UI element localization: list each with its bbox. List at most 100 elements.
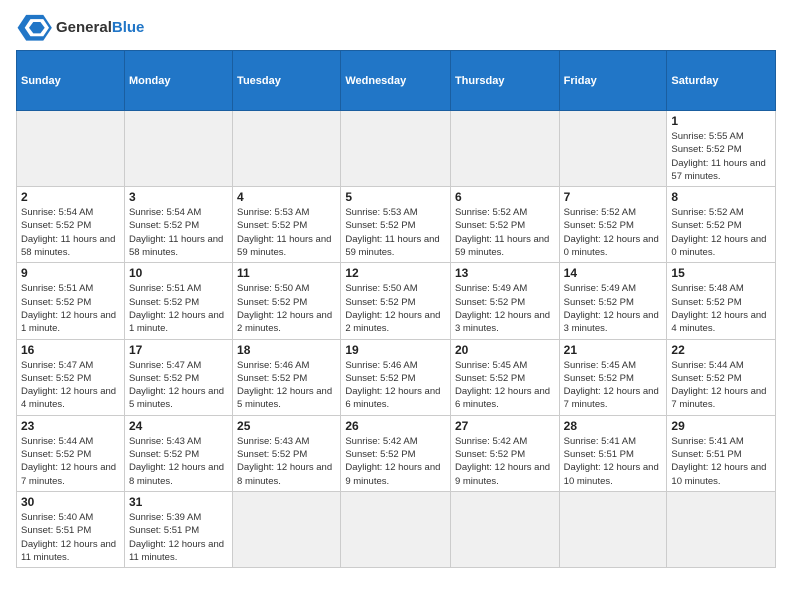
calendar-cell: 25Sunrise: 5:43 AM Sunset: 5:52 PM Dayli… [233, 415, 341, 491]
day-info: Sunrise: 5:43 AM Sunset: 5:52 PM Dayligh… [237, 435, 336, 488]
calendar-week-row: 16 Sunrise: 5:47 AM Sunset: 5:52 PM Dayli… [17, 339, 776, 415]
calendar-cell: 22 Sunrise: 5:44 AM Sunset: 5:52 PM Dayli… [667, 339, 776, 415]
calendar-cell [559, 491, 667, 567]
calendar-cell: 20 Sunrise: 5:45 AM Sunset: 5:52 PM Dayli… [450, 339, 559, 415]
calendar-cell: 23Sunrise: 5:44 AM Sunset: 5:52 PM Dayli… [17, 415, 125, 491]
calendar-cell [559, 111, 667, 187]
day-number: 18 [237, 343, 336, 357]
day-info: Sunrise: 5:49 AM Sunset: 5:52 PM Dayligh… [564, 282, 663, 335]
day-info: Sunrise: 5:40 AM Sunset: 5:51 PM Dayligh… [21, 511, 120, 564]
calendar-cell: 28 Sunrise: 5:41 AM Sunset: 5:51 PM Dayli… [559, 415, 667, 491]
calendar-cell [341, 111, 451, 187]
calendar-cell: 30 Sunrise: 5:40 AM Sunset: 5:51 PM Dayli… [17, 491, 125, 567]
day-info: Sunrise: 5:51 AM Sunset: 5:52 PM Dayligh… [21, 282, 120, 335]
day-info: Sunrise: 5:48 AM Sunset: 5:52 PM Dayligh… [671, 282, 771, 335]
calendar-week-row: 2 Sunrise: 5:54 AM Sunset: 5:52 PM Daylig… [17, 187, 776, 263]
logo-icon [16, 12, 52, 42]
weekday-header: Monday [124, 51, 232, 111]
day-info: Sunrise: 5:41 AM Sunset: 5:51 PM Dayligh… [671, 435, 771, 488]
calendar-cell: 1Sunrise: 5:55 AM Sunset: 5:52 PM Daylig… [667, 111, 776, 187]
day-info: Sunrise: 5:43 AM Sunset: 5:52 PM Dayligh… [129, 435, 228, 488]
day-number: 7 [564, 190, 663, 204]
day-number: 2 [21, 190, 120, 204]
day-number: 26 [345, 419, 446, 433]
calendar-cell: 27Sunrise: 5:42 AM Sunset: 5:52 PM Dayli… [450, 415, 559, 491]
day-number: 30 [21, 495, 120, 509]
day-number: 28 [564, 419, 663, 433]
day-number: 6 [455, 190, 555, 204]
day-info: Sunrise: 5:41 AM Sunset: 5:51 PM Dayligh… [564, 435, 663, 488]
calendar-week-row: 30 Sunrise: 5:40 AM Sunset: 5:51 PM Dayli… [17, 491, 776, 567]
day-number: 21 [564, 343, 663, 357]
calendar-cell [341, 491, 451, 567]
weekday-header: Tuesday [233, 51, 341, 111]
day-info: Sunrise: 5:53 AM Sunset: 5:52 PM Dayligh… [345, 206, 446, 259]
day-info: Sunrise: 5:46 AM Sunset: 5:52 PM Dayligh… [237, 359, 336, 412]
day-info: Sunrise: 5:53 AM Sunset: 5:52 PM Dayligh… [237, 206, 336, 259]
day-info: Sunrise: 5:39 AM Sunset: 5:51 PM Dayligh… [129, 511, 228, 564]
calendar-cell: 2Sunrise: 5:54 AM Sunset: 5:52 PM Daylig… [17, 187, 125, 263]
day-number: 3 [129, 190, 228, 204]
day-info: Sunrise: 5:55 AM Sunset: 5:52 PM Dayligh… [671, 130, 771, 183]
calendar-cell [124, 111, 232, 187]
calendar-header-row: SundayMondayTuesdayWednesdayThursdayFrid… [17, 51, 776, 111]
day-info: Sunrise: 5:47 AM Sunset: 5:52 PM Dayligh… [21, 359, 120, 412]
calendar-cell: 29Sunrise: 5:41 AM Sunset: 5:51 PM Dayli… [667, 415, 776, 491]
calendar-cell: 24 Sunrise: 5:43 AM Sunset: 5:52 PM Dayli… [124, 415, 232, 491]
calendar-cell: 18 Sunrise: 5:46 AM Sunset: 5:52 PM Dayli… [233, 339, 341, 415]
weekday-header: Wednesday [341, 51, 451, 111]
logo-text: GeneralBlue [56, 19, 144, 36]
day-number: 9 [21, 266, 120, 280]
day-number: 4 [237, 190, 336, 204]
calendar-cell: 12Sunrise: 5:50 AM Sunset: 5:52 PM Dayli… [341, 263, 451, 339]
calendar-cell: 26 Sunrise: 5:42 AM Sunset: 5:52 PM Dayli… [341, 415, 451, 491]
day-number: 22 [671, 343, 771, 357]
day-info: Sunrise: 5:54 AM Sunset: 5:52 PM Dayligh… [129, 206, 228, 259]
calendar-cell: 19 Sunrise: 5:46 AM Sunset: 5:52 PM Dayli… [341, 339, 451, 415]
day-info: Sunrise: 5:52 AM Sunset: 5:52 PM Dayligh… [455, 206, 555, 259]
day-info: Sunrise: 5:51 AM Sunset: 5:52 PM Dayligh… [129, 282, 228, 335]
day-info: Sunrise: 5:49 AM Sunset: 5:52 PM Dayligh… [455, 282, 555, 335]
calendar-cell: 16 Sunrise: 5:47 AM Sunset: 5:52 PM Dayli… [17, 339, 125, 415]
day-number: 23 [21, 419, 120, 433]
day-number: 31 [129, 495, 228, 509]
calendar-cell: 13Sunrise: 5:49 AM Sunset: 5:52 PM Dayli… [450, 263, 559, 339]
calendar-cell [17, 111, 125, 187]
calendar-cell: 15Sunrise: 5:48 AM Sunset: 5:52 PM Dayli… [667, 263, 776, 339]
day-info: Sunrise: 5:42 AM Sunset: 5:52 PM Dayligh… [345, 435, 446, 488]
calendar-cell: 11Sunrise: 5:50 AM Sunset: 5:52 PM Dayli… [233, 263, 341, 339]
calendar-cell: 4 Sunrise: 5:53 AM Sunset: 5:52 PM Daylig… [233, 187, 341, 263]
calendar-cell: 9 Sunrise: 5:51 AM Sunset: 5:52 PM Daylig… [17, 263, 125, 339]
day-info: Sunrise: 5:52 AM Sunset: 5:52 PM Dayligh… [564, 206, 663, 259]
day-number: 8 [671, 190, 771, 204]
calendar-week-row: 23Sunrise: 5:44 AM Sunset: 5:52 PM Dayli… [17, 415, 776, 491]
weekday-header: Sunday [17, 51, 125, 111]
day-info: Sunrise: 5:46 AM Sunset: 5:52 PM Dayligh… [345, 359, 446, 412]
calendar-cell: 6 Sunrise: 5:52 AM Sunset: 5:52 PM Daylig… [450, 187, 559, 263]
calendar-week-row: 9 Sunrise: 5:51 AM Sunset: 5:52 PM Daylig… [17, 263, 776, 339]
calendar-cell [233, 491, 341, 567]
logo: GeneralBlue [16, 12, 144, 42]
calendar-cell: 17Sunrise: 5:47 AM Sunset: 5:52 PM Dayli… [124, 339, 232, 415]
calendar-cell: 10Sunrise: 5:51 AM Sunset: 5:52 PM Dayli… [124, 263, 232, 339]
day-info: Sunrise: 5:44 AM Sunset: 5:52 PM Dayligh… [671, 359, 771, 412]
day-info: Sunrise: 5:52 AM Sunset: 5:52 PM Dayligh… [671, 206, 771, 259]
day-number: 24 [129, 419, 228, 433]
calendar-week-row: 1Sunrise: 5:55 AM Sunset: 5:52 PM Daylig… [17, 111, 776, 187]
day-number: 16 [21, 343, 120, 357]
calendar-cell [233, 111, 341, 187]
day-info: Sunrise: 5:45 AM Sunset: 5:52 PM Dayligh… [455, 359, 555, 412]
calendar-cell: 8 Sunrise: 5:52 AM Sunset: 5:52 PM Daylig… [667, 187, 776, 263]
page: GeneralBlue SundayMondayTuesdayWednesday… [0, 0, 792, 576]
day-number: 14 [564, 266, 663, 280]
weekday-header: Friday [559, 51, 667, 111]
day-number: 20 [455, 343, 555, 357]
day-info: Sunrise: 5:50 AM Sunset: 5:52 PM Dayligh… [237, 282, 336, 335]
day-info: Sunrise: 5:42 AM Sunset: 5:52 PM Dayligh… [455, 435, 555, 488]
calendar-cell: 31 Sunrise: 5:39 AM Sunset: 5:51 PM Dayli… [124, 491, 232, 567]
calendar-cell: 3 Sunrise: 5:54 AM Sunset: 5:52 PM Daylig… [124, 187, 232, 263]
day-number: 19 [345, 343, 446, 357]
day-number: 5 [345, 190, 446, 204]
calendar-cell: 7 Sunrise: 5:52 AM Sunset: 5:52 PM Daylig… [559, 187, 667, 263]
calendar-cell: 5 Sunrise: 5:53 AM Sunset: 5:52 PM Daylig… [341, 187, 451, 263]
